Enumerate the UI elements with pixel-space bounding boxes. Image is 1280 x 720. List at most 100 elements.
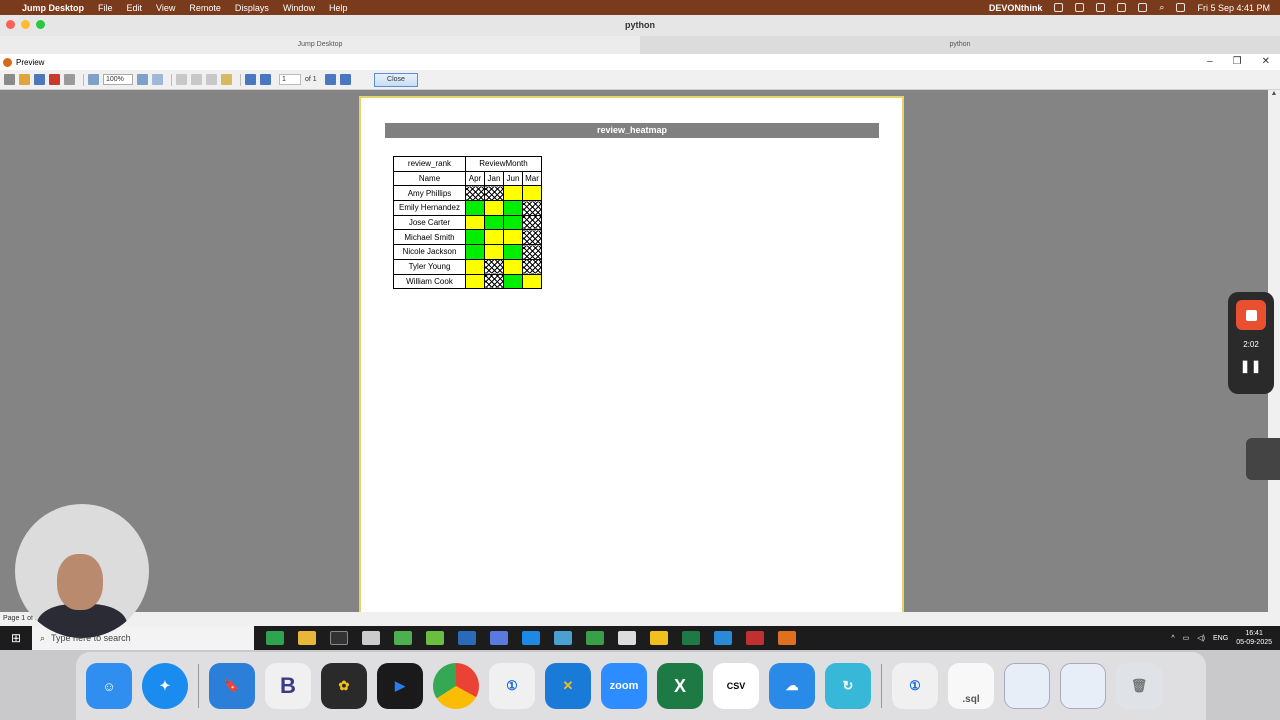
app-icon[interactable] (650, 631, 668, 645)
open-folder-icon[interactable] (19, 74, 30, 85)
previous-page-icon[interactable] (260, 74, 271, 85)
finder-icon[interactable]: ☺ (86, 663, 132, 709)
continuous-icon[interactable] (206, 74, 217, 85)
language-indicator[interactable]: ENG (1213, 635, 1228, 642)
print-icon[interactable] (4, 74, 15, 85)
1password-icon[interactable]: ① (489, 663, 535, 709)
search-icon[interactable]: ⌕ (1159, 2, 1164, 13)
volume-icon[interactable]: ◁) (1197, 634, 1205, 642)
restore-icon[interactable]: ❐ (1233, 54, 1242, 70)
page-number-input[interactable]: 1 (279, 74, 301, 85)
sql-file-icon[interactable]: .sql (948, 663, 994, 709)
notes-icon[interactable]: ✿ (321, 663, 367, 709)
taskbar-clock[interactable]: 16:41 05-09-2025 (1236, 629, 1272, 647)
clock-app-icon[interactable] (618, 631, 636, 645)
group-header: ReviewMonth (465, 156, 542, 172)
app-icon[interactable] (394, 631, 412, 645)
excel-icon[interactable] (682, 631, 700, 645)
zoom-select[interactable]: 100% (103, 74, 133, 85)
menu-view[interactable]: View (156, 3, 175, 13)
control-center-icon[interactable] (1176, 3, 1186, 12)
screenshot-icon[interactable] (1060, 663, 1106, 709)
scroll-up-icon[interactable]: ▲ (1268, 90, 1280, 97)
devonthink-menu[interactable]: DEVONthink (989, 3, 1043, 13)
pause-icon[interactable]: ❚❚ (1240, 359, 1262, 373)
menu-file[interactable]: File (98, 3, 113, 13)
zoom-out-icon[interactable] (137, 74, 148, 85)
corner-label: review_rank (393, 156, 466, 172)
close-window-icon[interactable] (6, 20, 15, 29)
menu-displays[interactable]: Displays (235, 3, 269, 13)
report-title: review_heatmap (385, 123, 879, 138)
zoom-icon[interactable]: zoom (601, 663, 647, 709)
save-icon[interactable] (34, 74, 45, 85)
settings-icon[interactable] (490, 631, 508, 645)
minimize-icon[interactable]: – (1207, 54, 1213, 70)
bbedit-icon[interactable]: B (265, 663, 311, 709)
status-icon[interactable] (1117, 3, 1127, 12)
table-row: Tyler Young (393, 258, 542, 275)
bookmarks-icon[interactable]: 🔖 (209, 663, 255, 709)
app-icon[interactable] (266, 631, 284, 645)
chrome-icon[interactable] (433, 663, 479, 709)
excel-icon[interactable]: X (657, 663, 703, 709)
menu-edit[interactable]: Edit (127, 3, 143, 13)
python-preview-icon[interactable] (778, 631, 796, 645)
jump-desktop-icon[interactable]: ▶ (377, 663, 423, 709)
app-icon[interactable] (426, 631, 444, 645)
app-icon[interactable] (458, 631, 476, 645)
stop-recording-button[interactable] (1236, 300, 1266, 330)
edge-icon[interactable] (714, 631, 732, 645)
trash-icon[interactable]: 🗑 (1116, 663, 1162, 709)
pdf-export-icon[interactable] (49, 74, 60, 85)
1password-icon[interactable]: ① (892, 663, 938, 709)
minimize-window-icon[interactable] (21, 20, 30, 29)
fit-page-icon[interactable] (152, 74, 163, 85)
next-page-icon[interactable] (324, 74, 336, 85)
csv-editor-icon[interactable]: CSV (713, 663, 759, 709)
safari-icon[interactable]: ✦ (142, 663, 188, 709)
app-icon[interactable] (586, 631, 604, 645)
menu-remote[interactable]: Remote (189, 3, 221, 13)
menu-window[interactable]: Window (283, 3, 315, 13)
close-button[interactable]: Close (374, 73, 418, 87)
windows-start-icon[interactable]: ⊞ (0, 631, 32, 645)
tab-jump-desktop[interactable]: Jump Desktop (0, 36, 640, 54)
heatmap-cell (522, 273, 542, 290)
single-page-icon[interactable] (176, 74, 187, 85)
zoom-icon[interactable] (88, 74, 99, 85)
pdf-icon[interactable] (746, 631, 764, 645)
month-header: Mar (522, 170, 542, 187)
window-title: python (0, 15, 1280, 36)
first-page-icon[interactable] (245, 74, 256, 85)
last-page-icon[interactable] (339, 74, 351, 85)
menubar-status-area: DEVONthink ⌕ Fri 5 Sep 4:41 PM (989, 2, 1270, 13)
app-icon[interactable] (362, 631, 380, 645)
chevron-up-icon[interactable]: ^ (1171, 635, 1174, 642)
side-widget[interactable] (1246, 438, 1280, 480)
file-explorer-icon[interactable] (298, 631, 316, 645)
close-icon[interactable]: ✕ (1262, 54, 1270, 70)
tools-icon[interactable]: ✕ (545, 663, 591, 709)
terminal-icon[interactable] (330, 631, 348, 645)
two-page-icon[interactable] (191, 74, 202, 85)
screenshot-icon[interactable] (1004, 663, 1050, 709)
zoom-window-icon[interactable] (36, 20, 45, 29)
status-icon[interactable] (1054, 3, 1064, 12)
menubar-datetime[interactable]: Fri 5 Sep 4:41 PM (1197, 3, 1270, 13)
status-icon[interactable] (1075, 3, 1085, 12)
heatmap-cell (503, 214, 523, 231)
menu-help[interactable]: Help (329, 3, 348, 13)
edit-icon[interactable] (221, 74, 232, 85)
status-icon[interactable] (1096, 3, 1106, 12)
battery-icon[interactable] (1138, 3, 1148, 12)
heatmap-cell (503, 244, 523, 260)
menubar-app-name[interactable]: Jump Desktop (22, 3, 84, 13)
find-icon[interactable] (64, 74, 75, 85)
vscode-icon[interactable] (522, 631, 540, 645)
network-icon[interactable]: ▭ (1183, 634, 1190, 642)
app-icon[interactable] (554, 631, 572, 645)
cloud-icon[interactable]: ☁ (769, 663, 815, 709)
tab-python[interactable]: python (640, 36, 1280, 54)
sync-icon[interactable]: ↻ (825, 663, 871, 709)
